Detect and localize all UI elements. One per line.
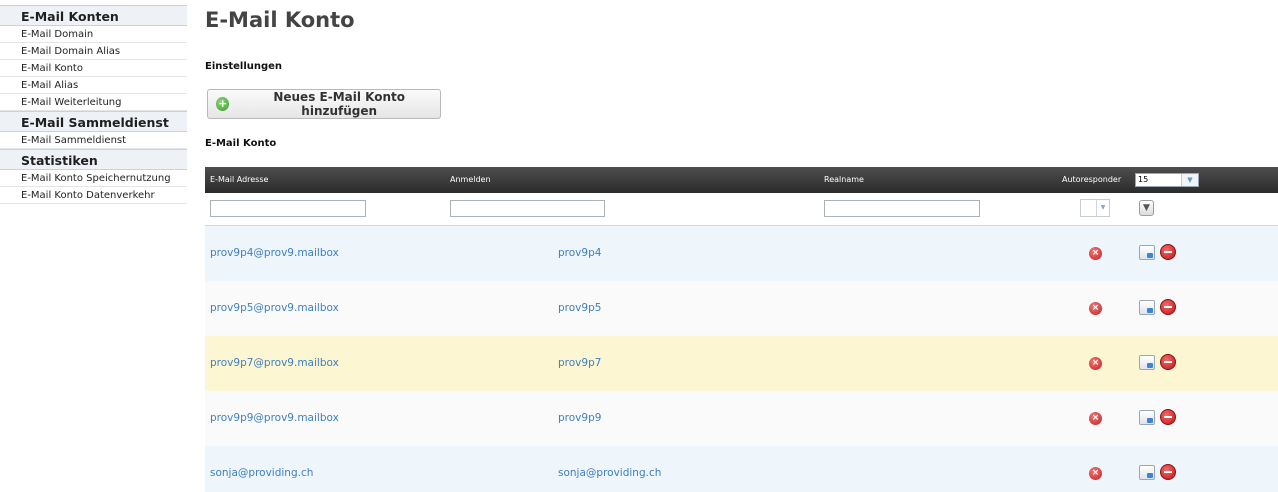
sidebar-item-email-domain-alias[interactable]: E-Mail Domain Alias: [0, 43, 187, 60]
delete-icon[interactable]: [1160, 244, 1176, 260]
sidebar-item-speichernutzung[interactable]: E-Mail Konto Speichernutzung: [0, 170, 187, 187]
edit-icon[interactable]: [1139, 465, 1155, 480]
x-circle-icon: ×: [1089, 247, 1102, 260]
add-email-account-button[interactable]: + Neues E-Mail Konto hinzufügen: [207, 89, 441, 119]
sidebar-section-email-konten[interactable]: E-Mail Konten: [0, 5, 187, 26]
login-filter-input[interactable]: [450, 200, 605, 217]
email-link[interactable]: prov9p4@prov9.mailbox: [210, 226, 339, 281]
x-circle-icon: ×: [1089, 467, 1102, 480]
filter-row: ▼ ▼: [205, 193, 1278, 226]
add-button-label: Neues E-Mail Konto hinzufügen: [273, 90, 405, 118]
sidebar-item-email-alias[interactable]: E-Mail Alias: [0, 77, 187, 94]
chevron-down-icon: ▼: [1181, 174, 1198, 186]
email-account-grid: E-Mail Adresse Anmelden Realname Autores…: [205, 167, 1278, 492]
table-row[interactable]: prov9p4@prov9.mailbox prov9p4 ×: [205, 226, 1278, 281]
login-link[interactable]: prov9p7: [558, 336, 601, 391]
sidebar-item-email-domain[interactable]: E-Mail Domain: [0, 26, 187, 43]
edit-icon[interactable]: [1139, 355, 1155, 370]
delete-icon[interactable]: [1160, 464, 1176, 480]
autoresponder-filter-select[interactable]: ▼: [1080, 199, 1110, 217]
email-link[interactable]: prov9p5@prov9.mailbox: [210, 281, 339, 336]
delete-icon[interactable]: [1160, 409, 1176, 425]
x-circle-icon: ×: [1089, 412, 1102, 425]
filter-icon[interactable]: ▼: [1139, 200, 1154, 216]
page-title: E-Mail Konto: [205, 8, 355, 32]
column-header-autoresponder[interactable]: Autoresponder: [1060, 167, 1130, 193]
realname-filter-input[interactable]: [824, 200, 980, 217]
column-header-email[interactable]: E-Mail Adresse: [205, 167, 445, 193]
grid-label: E-Mail Konto: [205, 138, 277, 149]
column-header-realname[interactable]: Realname: [819, 167, 1060, 193]
table-row[interactable]: prov9p5@prov9.mailbox prov9p5 ×: [205, 281, 1278, 336]
edit-icon[interactable]: [1139, 300, 1155, 315]
column-header-login[interactable]: Anmelden: [445, 167, 819, 193]
email-link[interactable]: sonja@providing.ch: [210, 446, 313, 492]
table-row[interactable]: sonja@providing.ch sonja@providing.ch ×: [205, 446, 1278, 492]
table-row[interactable]: prov9p7@prov9.mailbox prov9p7 ×: [205, 336, 1278, 391]
sidebar-item-datenverkehr[interactable]: E-Mail Konto Datenverkehr: [0, 187, 187, 204]
page-size-value: 15: [1138, 175, 1149, 184]
sidebar: E-Mail Konten E-Mail Domain E-Mail Domai…: [0, 5, 187, 204]
delete-icon[interactable]: [1160, 299, 1176, 315]
login-link[interactable]: sonja@providing.ch: [558, 446, 661, 492]
x-circle-icon: ×: [1089, 357, 1102, 370]
email-link[interactable]: prov9p9@prov9.mailbox: [210, 391, 339, 446]
page-size-select[interactable]: 15 ▼: [1135, 173, 1199, 187]
login-link[interactable]: prov9p9: [558, 391, 601, 446]
grid-header: E-Mail Adresse Anmelden Realname Autores…: [205, 167, 1278, 193]
login-link[interactable]: prov9p5: [558, 281, 601, 336]
sidebar-section-email-sammeldienst[interactable]: E-Mail Sammeldienst: [0, 111, 187, 132]
email-filter-input[interactable]: [210, 200, 366, 217]
table-row[interactable]: prov9p9@prov9.mailbox prov9p9 ×: [205, 391, 1278, 446]
edit-icon[interactable]: [1139, 410, 1155, 425]
plus-circle-icon: +: [216, 97, 230, 111]
sidebar-item-email-weiterleitung[interactable]: E-Mail Weiterleitung: [0, 94, 187, 111]
sidebar-item-email-sammeldienst[interactable]: E-Mail Sammeldienst: [0, 132, 187, 149]
edit-icon[interactable]: [1139, 245, 1155, 260]
login-link[interactable]: prov9p4: [558, 226, 601, 281]
settings-label: Einstellungen: [205, 61, 283, 72]
email-link[interactable]: prov9p7@prov9.mailbox: [210, 336, 339, 391]
x-circle-icon: ×: [1089, 302, 1102, 315]
sidebar-section-statistiken[interactable]: Statistiken: [0, 149, 187, 170]
sidebar-item-email-konto[interactable]: E-Mail Konto: [0, 60, 187, 77]
chevron-down-icon: ▼: [1096, 200, 1109, 216]
delete-icon[interactable]: [1160, 354, 1176, 370]
